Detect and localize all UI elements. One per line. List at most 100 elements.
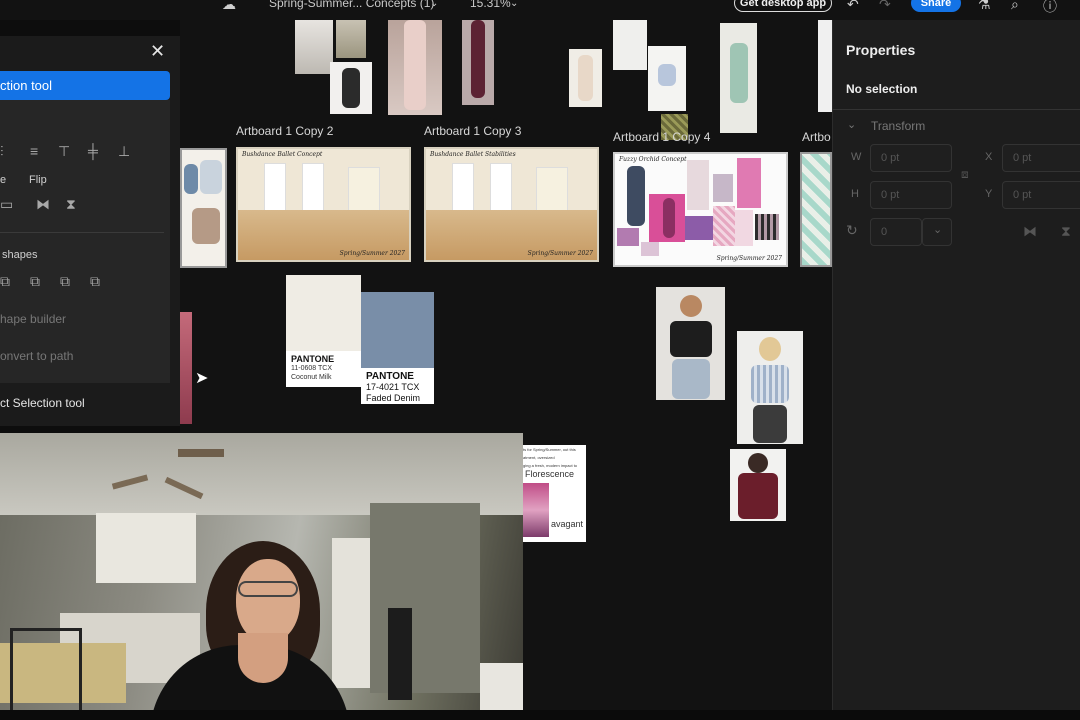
card-sub: avagant (551, 519, 584, 529)
photo-burgundy-sweater[interactable] (730, 449, 786, 521)
artboard-partial-right[interactable] (800, 152, 832, 267)
unite-icon[interactable]: ⧉ (0, 273, 10, 290)
kitchen-cabinets (96, 513, 196, 583)
photo-blue-stripe-top[interactable] (737, 331, 803, 444)
photo-floral-dress[interactable] (569, 49, 602, 107)
photo-white-blouse[interactable] (613, 20, 647, 70)
flask-icon[interactable]: ⚗ (978, 0, 991, 13)
artboard-header: Bushdance Ballet Concept (242, 151, 323, 158)
x-field[interactable]: 0 pt (1002, 144, 1080, 172)
artboard-title[interactable]: Artboard 1 Copy 3 (424, 124, 521, 138)
pantone-swatch-faded-denim[interactable]: PANTONE 17-4021 TCX Faded Denim (361, 292, 434, 404)
card-title: Florescence (525, 469, 575, 479)
properties-title: Properties (846, 42, 916, 58)
shape-builder-button[interactable]: hape builder (0, 312, 66, 326)
share-button[interactable]: Share (911, 0, 961, 12)
webcam-overlay (0, 433, 523, 720)
photo-partial-right[interactable] (818, 20, 832, 112)
subtract-icon[interactable]: ⧉ (30, 273, 40, 290)
chevron-down-icon[interactable]: ⌄ (430, 0, 438, 9)
chevron-down-icon: ⌄ (933, 224, 943, 236)
chevron-down-icon[interactable]: ⌄ (847, 118, 856, 131)
cloud-icon[interactable]: ☁ (222, 0, 236, 13)
width-field[interactable]: 0 pt (870, 144, 952, 172)
photo-pink-trousers[interactable] (388, 20, 442, 115)
florescence-card[interactable]: ts for Spring/Summer, out this atment, o… (523, 445, 586, 542)
artboard-title[interactable]: Artboard 1 Copy 4 (613, 130, 710, 144)
transform-section-title[interactable]: Transform (871, 119, 925, 133)
swatch-code: 11-0608 TCX (291, 365, 332, 372)
get-desktop-app-button[interactable]: Get desktop app (734, 0, 832, 12)
artboard-ballet-stabilities[interactable]: Bushdance Ballet Stabilities Spring/Summ… (424, 147, 599, 262)
align-right-icon[interactable]: ≡ (30, 143, 38, 159)
zoom-level[interactable]: 15.31% (470, 0, 511, 10)
photo-mint-dress[interactable] (720, 23, 757, 133)
card-line: ging a fresh, modern impact to (523, 463, 578, 468)
shapes-label: shapes (2, 249, 38, 261)
rotation-dropdown[interactable]: ⌄ (922, 218, 952, 246)
swatch-brand: PANTONE (366, 371, 414, 382)
photo-pink-partial[interactable] (180, 312, 192, 424)
doorway (332, 538, 370, 688)
photo-dress-sage[interactable] (336, 20, 366, 58)
photo-skirt[interactable] (295, 20, 333, 74)
photo-blue-top[interactable] (648, 46, 686, 111)
height-field[interactable]: 0 pt (870, 181, 952, 209)
align-middle-icon[interactable]: ╪ (88, 143, 98, 159)
selection-status: No selection (846, 82, 918, 96)
flip-vertical-icon[interactable]: ⧗ (1061, 223, 1071, 240)
artboard-footer: Spring/Summer 2027 (339, 250, 405, 257)
artboard-title[interactable]: Artbo (802, 130, 831, 144)
zoom-chevron-icon[interactable]: ⌄ (510, 0, 518, 9)
artboard-footer: Spring/Summer 2027 (527, 250, 593, 257)
rotation-field[interactable]: 0 (870, 218, 922, 246)
flip-vertical-icon[interactable]: ⧗ (66, 196, 76, 213)
y-label: Y (985, 188, 993, 200)
photo-black-top[interactable] (330, 62, 372, 114)
divider (833, 109, 1080, 110)
selection-tool-panel: ✕ ction tool ⫶ ≡ ⊤ ╪ ⊥ e Flip ▭ ⧓ ⧗ shap… (0, 36, 180, 426)
y-field[interactable]: 0 pt (1002, 181, 1080, 209)
mouse-cursor-icon: ➤ (195, 370, 209, 387)
constrain-proportions-icon[interactable]: ⧈ (961, 167, 969, 182)
distribute-icon[interactable]: ▭ (0, 196, 13, 213)
speaker (388, 608, 412, 700)
flip-horizontal-icon[interactable]: ⧓ (1023, 223, 1037, 240)
person-face (236, 559, 300, 643)
close-icon[interactable]: ✕ (150, 41, 165, 62)
selection-tool-label: ction tool (0, 78, 53, 93)
swatch-brand: PANTONE (291, 354, 335, 364)
card-line: ts for Spring/Summer, out this (523, 447, 576, 452)
convert-to-path-button[interactable]: onvert to path (0, 349, 73, 363)
redo-icon[interactable]: ↷ (879, 0, 891, 13)
flip-label: Flip (29, 174, 47, 186)
photo-burgundy-outfit[interactable] (462, 20, 494, 105)
help-icon[interactable]: ⓘ (1043, 0, 1057, 16)
artboard-footer: Spring/Summer 2027 (716, 255, 782, 262)
selection-tool-item[interactable]: ction tool (0, 71, 170, 100)
direct-selection-tool-item[interactable]: ct Selection tool (0, 396, 85, 410)
card-line: atment, oversized (523, 455, 555, 460)
x-label: X (985, 151, 993, 163)
flip-horizontal-icon[interactable]: ⧓ (36, 196, 50, 213)
align-center-icon[interactable]: ⫶ (0, 143, 4, 160)
exclude-icon[interactable]: ⧉ (90, 273, 100, 290)
artboard-title[interactable]: Artboard 1 Copy 2 (236, 124, 333, 138)
pantone-swatch-coconut-milk[interactable]: PANTONE 11-0608 TCX Coconut Milk (286, 275, 361, 387)
align-bottom-icon[interactable]: ⊥ (118, 143, 130, 160)
search-icon[interactable]: ⌕ (1011, 0, 1019, 13)
artboard-header: Bushdance Ballet Stabilities (430, 151, 516, 158)
artboard-fuzzy-orchid[interactable]: Fuzzy Orchid Concept Spring/Summer 2027 (613, 152, 788, 267)
document-title[interactable]: Spring-Summer... Concepts (1) (269, 0, 434, 10)
undo-icon[interactable]: ↶ (847, 0, 859, 13)
divider (0, 232, 164, 233)
artboard-ballet-concept[interactable]: Bushdance Ballet Concept Spring/Summer 2… (236, 147, 411, 262)
photo-cutout-top[interactable] (656, 287, 725, 400)
align-top-icon[interactable]: ⊤ (58, 143, 70, 160)
swatch-name: Faded Denim (366, 393, 421, 403)
artboard-partial-left[interactable] (180, 148, 227, 268)
hall-wall (370, 503, 480, 693)
width-label: W (851, 151, 862, 163)
intersect-icon[interactable]: ⧉ (60, 273, 70, 290)
bottom-scrollbar[interactable] (0, 710, 1080, 720)
